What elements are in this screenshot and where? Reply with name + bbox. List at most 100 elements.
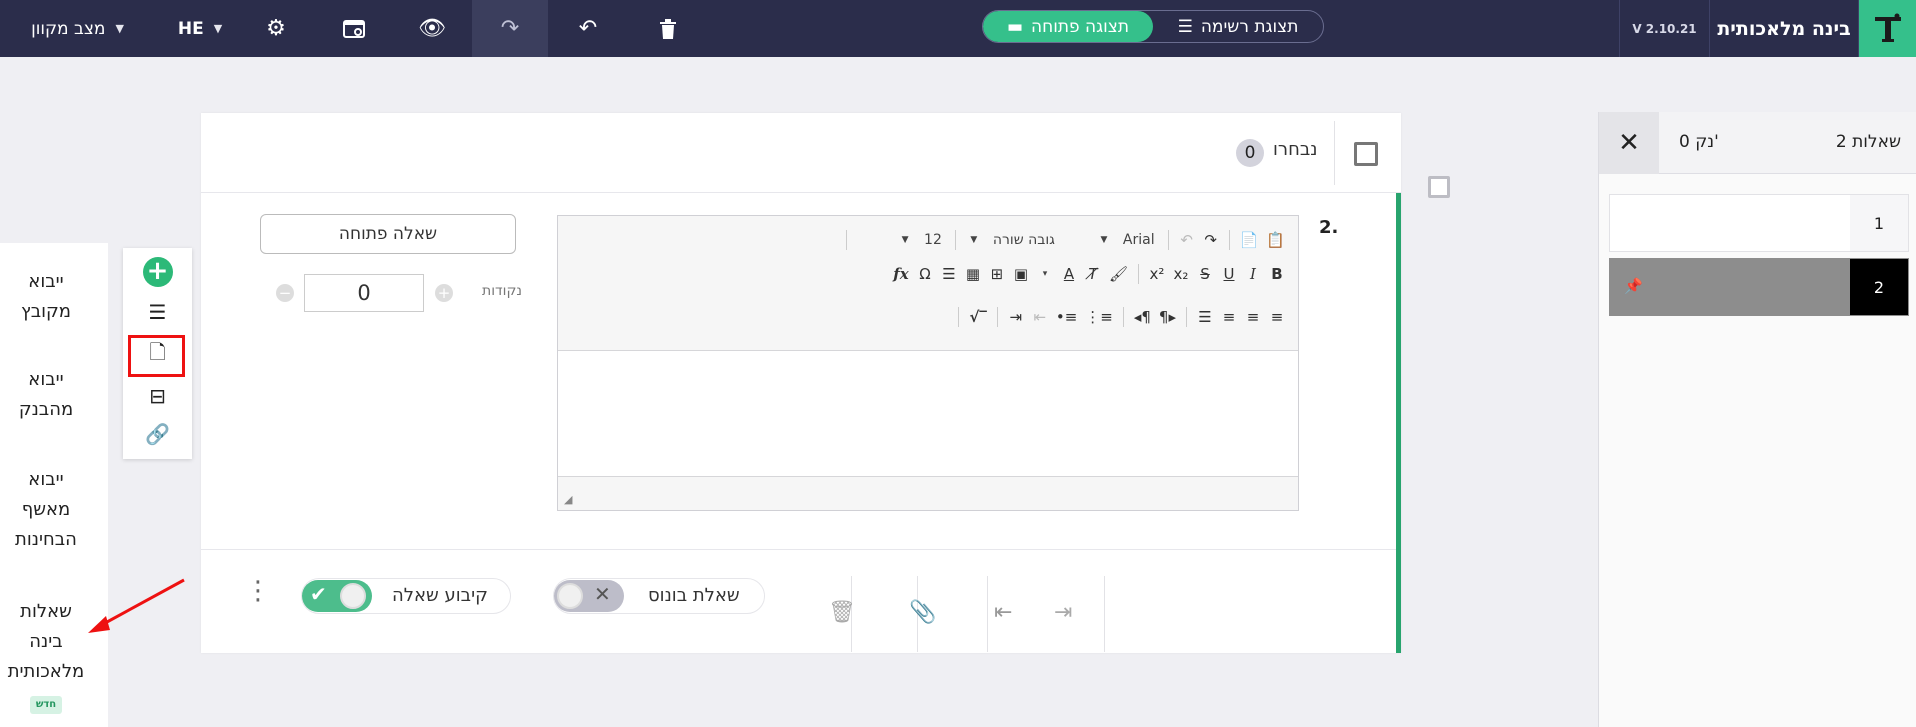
divider (1228, 230, 1230, 250)
outer-checkbox[interactable] (1428, 176, 1450, 198)
align-center-icon[interactable]: ≡ (1242, 304, 1264, 330)
card-header: נבחרו 0 (201, 113, 1401, 193)
text-color-icon[interactable]: A (1058, 261, 1080, 287)
paperclip-icon[interactable]: 📎 (909, 600, 936, 625)
numbered-list-icon[interactable]: ⋮≡ (1082, 304, 1116, 330)
chevron-down-icon: ▼ (115, 22, 124, 35)
question-list-item[interactable]: 1 (1609, 194, 1909, 252)
align-left-icon[interactable]: ≡ (1266, 304, 1288, 330)
import-label: שאלות (20, 601, 72, 622)
paste-icon[interactable]: 📋 (1263, 227, 1288, 253)
redo-icon: ↷ (500, 16, 520, 41)
settings-button[interactable]: ⚙ (238, 0, 314, 57)
open-view-label: תצוגה פתוחה (1031, 16, 1130, 37)
align-justify-icon[interactable]: ☰ (1194, 304, 1216, 330)
divider (1104, 576, 1105, 652)
undo-icon: ↶ (578, 16, 598, 41)
question-type-button[interactable]: שאלה פתוחה (260, 214, 516, 254)
format-painter-icon[interactable]: 🖌 (1106, 261, 1131, 287)
indent-right-icon[interactable]: ⇥ (1054, 600, 1072, 625)
points-label: נקודות (482, 283, 523, 299)
more-options-icon[interactable]: ⋮ (245, 578, 271, 604)
add-section-button[interactable]: ☰ (123, 294, 192, 330)
chevron-down-icon[interactable]: ▼ (1093, 227, 1115, 253)
font-family-select[interactable]: Arial (1117, 227, 1161, 253)
preview-button[interactable]: 👁 (394, 0, 470, 57)
mode-selector[interactable]: מצב מקוון ▼ (0, 0, 155, 57)
media-icon[interactable]: ⊞ (986, 261, 1008, 287)
pin-icon[interactable]: 📌 (1624, 277, 1643, 295)
list-view-option[interactable]: ☰ תצוגת רשימה (1153, 11, 1323, 42)
import-from-bank[interactable]: ייבוא מהבנק (0, 365, 92, 425)
brand-title: בינה מלאכותית (1709, 0, 1859, 57)
version-label: V 2.10.21 (1619, 0, 1709, 57)
import-from-wizard[interactable]: ייבוא מאשף הבחינות (0, 465, 92, 555)
editor-footer: ◢ (558, 476, 1298, 510)
language-selector[interactable]: HE ▼ (160, 0, 240, 57)
bullet-list-icon[interactable]: •≡ (1053, 304, 1080, 330)
open-view-icon: ▬ (1006, 16, 1023, 37)
app-logo[interactable] (1859, 0, 1916, 57)
redo-button[interactable]: ↷ (472, 0, 548, 57)
decrease-points-icon[interactable]: − (276, 284, 294, 302)
undo-icon[interactable]: ↶ (1176, 227, 1198, 253)
line-height-select[interactable]: גובה שורה (987, 227, 1061, 253)
view-toggle[interactable]: ☰ תצוגת רשימה ▬ תצוגה פתוחה (982, 10, 1324, 43)
outdent-icon[interactable]: ⇤ (1029, 304, 1051, 330)
question-list-item-selected[interactable]: 2 📌 (1609, 258, 1909, 316)
redo-icon[interactable]: ↷ (1200, 227, 1222, 253)
table-icon[interactable]: ▦ (962, 261, 984, 287)
rich-text-editor[interactable]: 📋 📄 ↷ ↶ Arial ▼ גובה שורה ▼ 12 ▼ B I U S (557, 215, 1299, 511)
horizontal-line-icon[interactable]: ☰ (938, 261, 960, 287)
underline-icon[interactable]: U (1218, 261, 1240, 287)
font-size-select[interactable]: 12 (918, 227, 948, 253)
add-link-button[interactable]: 🔗 (123, 416, 192, 452)
chevron-down-icon[interactable]: ▼ (963, 227, 985, 253)
bonus-toggle[interactable]: ✕ (554, 580, 624, 612)
indent-icon[interactable]: ⇥ (1005, 304, 1027, 330)
add-block-button[interactable]: ⊟ (123, 378, 192, 414)
select-all-checkbox[interactable] (1354, 142, 1378, 166)
resize-handle-icon[interactable]: ◢ (564, 493, 572, 506)
italic-icon[interactable]: I (1242, 261, 1264, 287)
ai-questions[interactable]: שאלות בינה מלאכותית חדש (0, 597, 92, 717)
mode-label: מצב מקוון (31, 18, 106, 39)
question-count: 2 שאלות (1835, 132, 1901, 152)
chevron-down-icon[interactable]: ▼ (894, 227, 916, 253)
delete-button[interactable] (630, 0, 706, 57)
formula-icon[interactable]: fx (890, 261, 912, 287)
question-number: 2. (1319, 217, 1339, 238)
strikethrough-icon[interactable]: S (1194, 261, 1216, 287)
points-input[interactable]: 0 (304, 274, 424, 312)
bold-icon[interactable]: B (1266, 261, 1288, 287)
toggle-knob (557, 583, 583, 609)
import-from-file[interactable]: ייבוא מקובץ (0, 267, 92, 327)
undo-button[interactable]: ↶ (550, 0, 626, 57)
x-icon: ✕ (594, 582, 611, 606)
divider (987, 576, 988, 652)
divider (996, 307, 998, 327)
web-settings-button[interactable] (316, 0, 392, 57)
paste-text-icon[interactable]: 📄 (1237, 227, 1262, 253)
image-icon[interactable]: ▣ (1010, 261, 1032, 287)
add-question-button[interactable]: + (123, 254, 192, 290)
import-label: מאשף (21, 499, 71, 520)
superscript-icon[interactable]: x² (1146, 261, 1168, 287)
trash-icon[interactable]: 🗑 (828, 600, 856, 625)
fix-question-toggle[interactable]: ✔ (302, 580, 372, 612)
close-panel-button[interactable]: ✕ (1599, 112, 1659, 174)
indent-left-icon[interactable]: ⇤ (994, 600, 1012, 625)
align-right-icon[interactable]: ≡ (1218, 304, 1240, 330)
question-list-header: ✕ 0 נק' 2 שאלות (1599, 112, 1916, 174)
rtl-icon[interactable]: ◂¶ (1131, 304, 1154, 330)
increase-points-icon[interactable]: + (435, 284, 453, 302)
square-root-icon[interactable]: √‾ (966, 304, 990, 330)
divider (1167, 230, 1169, 250)
clear-format-icon[interactable]: T̸ (1082, 261, 1104, 287)
open-view-option[interactable]: ▬ תצוגה פתוחה (983, 11, 1153, 42)
subscript-icon[interactable]: x₂ (1170, 261, 1192, 287)
chevron-down-icon[interactable]: ▾ (1034, 261, 1056, 287)
ltr-icon[interactable]: ¶▸ (1156, 304, 1179, 330)
special-char-icon[interactable]: Ω (914, 261, 936, 287)
import-label: ייבוא (28, 469, 64, 490)
